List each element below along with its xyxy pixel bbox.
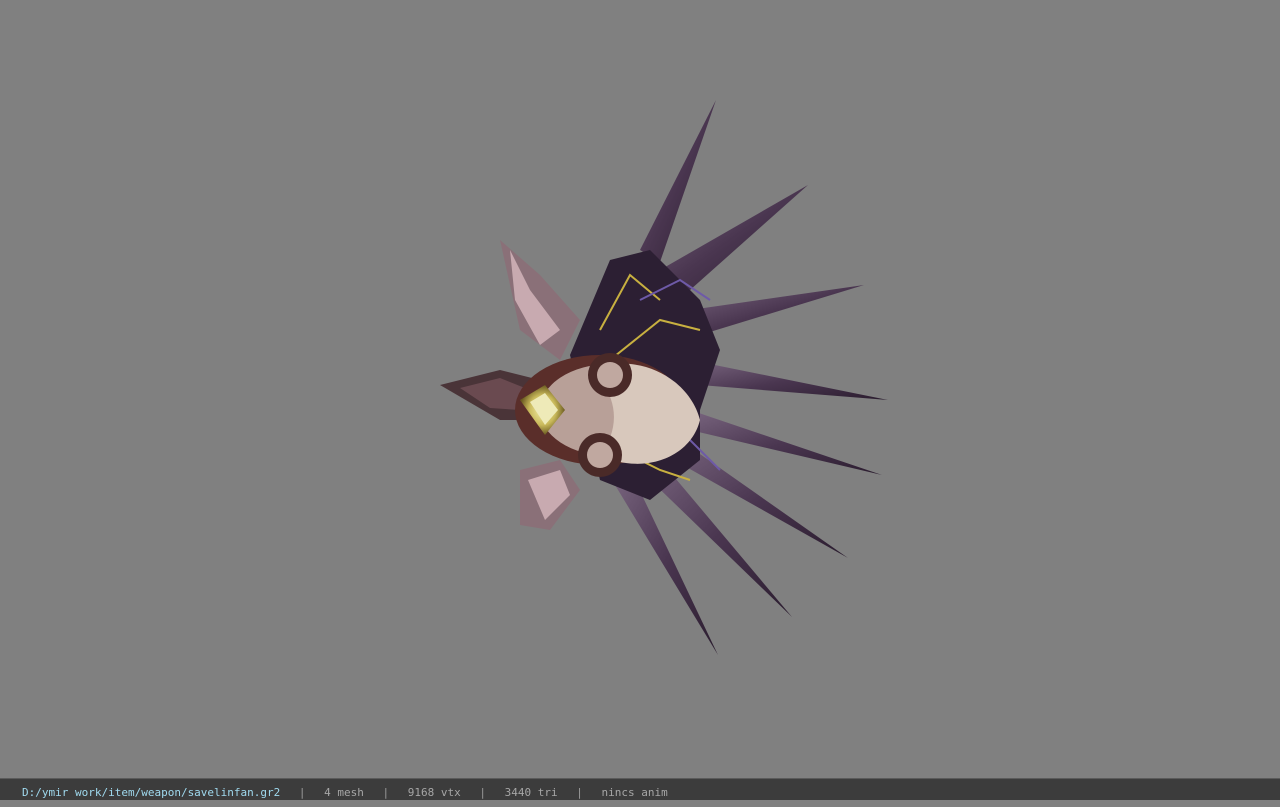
file-path: D:/ymir work/item/weapon/savelinfan.gr2 [22,786,281,799]
separator: | [479,786,487,799]
animation-status: nincs anim [601,786,668,799]
3d-viewport[interactable] [0,0,1280,778]
vertex-count: 9168 vtx [407,786,461,799]
triangle-count: 3440 tri [504,786,558,799]
mesh-count: 4 mesh [324,786,364,799]
status-bar: D:/ymir work/item/weapon/savelinfan.gr2 … [0,778,1280,800]
separator: | [576,786,583,799]
winged-fan-weapon-model[interactable] [0,0,1280,778]
separator: | [382,786,390,799]
separator: | [298,786,306,799]
